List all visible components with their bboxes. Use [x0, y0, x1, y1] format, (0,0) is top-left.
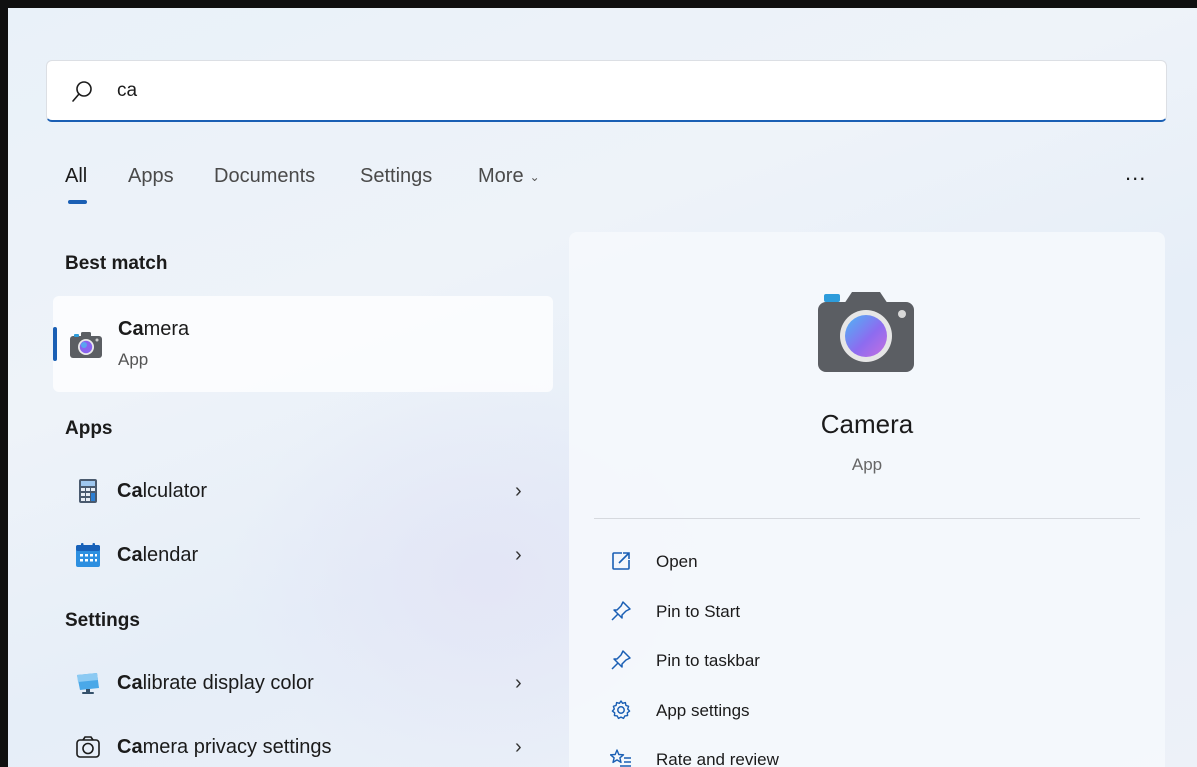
chevron-down-icon: ⌄ — [529, 169, 540, 184]
pin-icon — [611, 601, 631, 621]
list-item-calculator[interactable]: Calculator › — [53, 466, 553, 516]
search-input[interactable] — [117, 75, 1117, 107]
calculator-icon — [79, 479, 97, 503]
tab-active-indicator — [68, 200, 87, 204]
best-match-subtitle: App — [118, 350, 149, 369]
open-external-icon — [612, 552, 630, 570]
search-icon — [72, 81, 92, 102]
list-item-label: Calibrate display color — [117, 672, 314, 694]
best-match-title-rest: mera — [143, 318, 190, 340]
preview-subtitle: App — [851, 455, 883, 474]
action-label: Pin to taskbar — [656, 651, 760, 670]
action-pin-to-taskbar[interactable]: Pin to taskbar — [594, 639, 1140, 683]
best-match-title: Camera — [118, 318, 189, 341]
chevron-right-icon[interactable]: › — [515, 544, 522, 567]
action-open[interactable]: Open — [594, 540, 1140, 584]
action-app-settings[interactable]: App settings — [594, 689, 1140, 733]
tab-more-label: More — [478, 165, 524, 187]
tab-settings[interactable]: Settings — [360, 165, 432, 188]
section-apps: Apps — [65, 418, 113, 439]
tab-all[interactable]: All — [65, 165, 87, 188]
camera-outline-icon — [76, 736, 100, 758]
list-item-camera-privacy-settings[interactable]: Camera privacy settings › — [53, 722, 553, 767]
pin-icon — [611, 650, 631, 670]
camera-icon — [818, 292, 914, 372]
calendar-icon — [76, 543, 100, 567]
best-match-card[interactable] — [53, 296, 553, 392]
tab-apps[interactable]: Apps — [128, 165, 174, 188]
action-pin-to-start[interactable]: Pin to Start — [594, 590, 1140, 634]
chevron-right-icon[interactable]: › — [515, 480, 522, 503]
action-label: Pin to Start — [656, 602, 741, 621]
search-window: All Apps Documents Settings More ⌄ ... Be… — [0, 0, 1197, 767]
action-label: Open — [656, 552, 698, 571]
search-box[interactable] — [46, 60, 1167, 122]
list-item-calibrate-display-color[interactable]: Calibrate display color › — [53, 658, 553, 708]
gear-icon — [611, 700, 631, 720]
camera-icon — [70, 332, 102, 358]
more-options-button[interactable]: ... — [1125, 160, 1146, 186]
selection-indicator — [53, 327, 57, 361]
tab-more[interactable]: More ⌄ — [478, 165, 540, 188]
preview-title: Camera — [820, 409, 914, 439]
action-label: Rate and review — [656, 750, 779, 767]
monitor-icon — [77, 673, 99, 694]
tab-documents[interactable]: Documents — [214, 165, 315, 188]
chevron-right-icon[interactable]: › — [515, 672, 522, 695]
section-settings: Settings — [65, 610, 140, 631]
list-item-calendar[interactable]: Calendar › — [53, 530, 553, 580]
chevron-right-icon[interactable]: › — [515, 736, 522, 759]
divider — [594, 518, 1140, 519]
best-match-title-bold: Ca — [118, 318, 144, 340]
section-best-match: Best match — [65, 253, 168, 274]
star-list-icon — [610, 749, 631, 767]
list-item-label: Calendar — [117, 544, 199, 566]
list-item-label: Camera privacy settings — [117, 736, 332, 758]
action-label: App settings — [656, 701, 750, 720]
action-rate-and-review[interactable]: Rate and review — [594, 738, 1140, 767]
list-item-label: Calculator — [117, 480, 208, 502]
